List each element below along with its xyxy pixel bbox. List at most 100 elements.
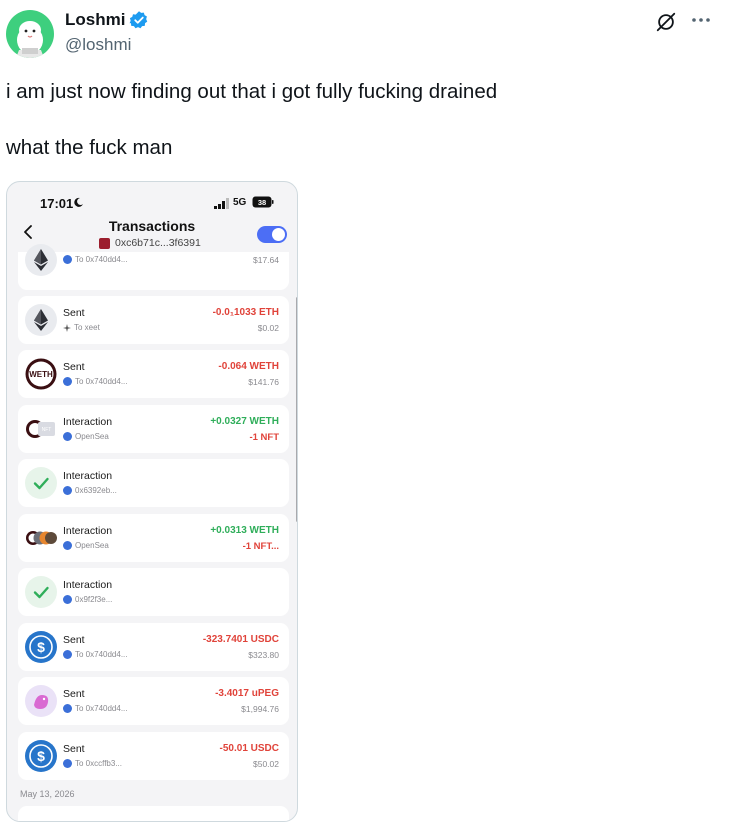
- upeg-icon: [25, 685, 57, 717]
- counterparty-text: OpenSea: [75, 432, 109, 441]
- transaction-amount: -50.01 USDC: [219, 743, 279, 754]
- usdc-icon: $: [25, 631, 57, 663]
- transaction-card[interactable]: $ Sent To 0xccffb3... -50.01 USDC $50.02: [18, 732, 289, 780]
- signal-icon: [214, 198, 229, 209]
- wallet-avatar-icon: [99, 237, 110, 249]
- counterparty-text: 0x9f2f3e...: [75, 595, 113, 604]
- transaction-card[interactable]: WETH Sent To 0x740dd4... -0.064 WETH $141.76: [18, 350, 289, 398]
- counterparty-text: To 0x740dd4...: [75, 377, 128, 386]
- battery-level: 38: [258, 198, 266, 207]
- author-name[interactable]: Loshmi: [65, 10, 125, 30]
- transaction-card[interactable]: To 0x740dd4... $17.64: [18, 244, 289, 290]
- moon-icon: [74, 197, 83, 207]
- transaction-counterparty: To 0x740dd4...: [63, 650, 127, 659]
- grok-icon[interactable]: [655, 11, 677, 33]
- transaction-counterparty: To 0x740dd4...: [63, 704, 127, 713]
- counterparty-dot-icon: [63, 541, 72, 550]
- transaction-counterparty: OpenSea: [63, 541, 109, 550]
- transaction-usd-value: $50.02: [253, 759, 279, 769]
- transaction-type: Sent: [63, 634, 85, 646]
- counterparty-text: To xeet: [74, 323, 100, 332]
- transaction-amount: -0.064 WETH: [218, 361, 279, 372]
- author-handle[interactable]: @loshmi: [65, 35, 131, 55]
- svg-text:NFT: NFT: [42, 427, 52, 433]
- wallet-address-text: 0xc6b71c...3f6391: [115, 237, 201, 249]
- transaction-counterparty: To xeet: [63, 323, 100, 332]
- wallet-address[interactable]: 0xc6b71c...3f6391: [99, 237, 201, 249]
- transaction-counterparty: 0x9f2f3e...: [63, 595, 112, 604]
- counterparty-dot-icon: [63, 704, 72, 713]
- transaction-nft-change: -1 NFT...: [242, 541, 279, 552]
- counterparty-dot-icon: [63, 432, 72, 441]
- transaction-amount: -3.4017 uPEG: [215, 688, 279, 699]
- transaction-type: Sent: [63, 361, 85, 373]
- transaction-usd-value: $0.02: [257, 323, 279, 333]
- weth-nft-multi-icon: [25, 522, 57, 554]
- battery-icon: 38: [252, 196, 274, 208]
- svg-text:$: $: [37, 639, 45, 655]
- counterparty-dot-icon: [63, 377, 72, 386]
- screen-title: Transactions: [108, 218, 196, 234]
- counterparty-text: To 0x740dd4...: [75, 255, 128, 264]
- transaction-amount: +0.0313 WETH: [210, 525, 279, 536]
- counterparty-dot-icon: [63, 486, 72, 495]
- transaction-card[interactable]: Interaction 0x9f2f3e...: [18, 568, 289, 616]
- counterparty-text: To 0xccffb3...: [75, 759, 122, 768]
- transaction-type: Interaction: [63, 579, 113, 591]
- transaction-counterparty: To 0xccffb3...: [63, 759, 122, 768]
- tweet-text: i am just now finding out that i got ful…: [6, 80, 498, 159]
- transaction-counterparty: To 0x740dd4...: [63, 255, 127, 264]
- transaction-type: Sent: [63, 688, 85, 700]
- counterparty-text: To 0x740dd4...: [75, 650, 128, 659]
- transaction-usd-value: $17.64: [253, 255, 279, 265]
- transaction-card[interactable]: $ Sent To 0x740dd4... -323.7401 USDC $323.80: [18, 623, 289, 671]
- status-time: 17:01: [40, 196, 74, 211]
- transaction-amount: -323.7401 USDC: [202, 634, 279, 645]
- verified-badge-icon: [130, 11, 148, 29]
- counterparty-dot-icon: [63, 650, 72, 659]
- transaction-card[interactable]: Sent To 0x740dd4... -3.4017 uPEG $1,994.76: [18, 677, 289, 725]
- avatar[interactable]: [6, 10, 54, 58]
- network-label: 5G: [233, 197, 247, 208]
- counterparty-text: OpenSea: [75, 541, 109, 550]
- transaction-type: Sent: [63, 307, 85, 319]
- svg-text:WETH: WETH: [29, 370, 53, 379]
- transaction-amount: -0.0₁1033 ETH: [212, 307, 279, 318]
- transaction-card[interactable]: NFT Interaction OpenSea +0.0327 WETH -1 NFT: [18, 405, 289, 453]
- transaction-type: Sent: [63, 743, 85, 755]
- transaction-counterparty: 0x6392eb...: [63, 486, 117, 495]
- usdc-icon: $: [25, 740, 57, 772]
- check-icon: [25, 467, 57, 499]
- weth-nft-icon: NFT: [25, 413, 57, 445]
- weth-icon: WETH: [25, 358, 57, 390]
- toggle-switch[interactable]: [257, 226, 287, 243]
- transaction-counterparty: OpenSea: [63, 432, 109, 441]
- transaction-usd-value: $1,994.76: [241, 704, 279, 714]
- transaction-card[interactable]: Interaction OpenSea +0.0313 WETH -1 NFT...: [18, 514, 289, 562]
- transaction-type: Interaction: [63, 416, 113, 428]
- transaction-counterparty: To 0x740dd4...: [63, 377, 127, 386]
- eth-icon: [25, 304, 57, 336]
- more-icon[interactable]: [690, 13, 712, 27]
- counterparty-dot-icon: [63, 759, 72, 768]
- counterparty-text: 0x6392eb...: [75, 486, 117, 495]
- transaction-type: Interaction: [63, 525, 113, 537]
- counterparty-text: To 0x740dd4...: [75, 704, 128, 713]
- svg-text:$: $: [37, 748, 45, 764]
- tweet-media-image[interactable]: 17:01 5G 38 Transactions 0xc6b71c...3f63…: [6, 181, 298, 822]
- transaction-type: Interaction: [63, 470, 113, 482]
- counterparty-dot-icon: [63, 255, 72, 264]
- transaction-card-partial[interactable]: [18, 806, 289, 821]
- transaction-usd-value: $323.80: [248, 650, 279, 660]
- eth-icon: [25, 244, 57, 276]
- phone-status-bar: 17:01 5G 38: [7, 182, 297, 222]
- transaction-usd-value: $141.76: [248, 377, 279, 387]
- xeet-star-icon: [63, 323, 71, 332]
- transaction-card[interactable]: Sent To xeet -0.0₁1033 ETH $0.02: [18, 296, 289, 344]
- scrollbar[interactable]: [296, 297, 297, 522]
- counterparty-dot-icon: [63, 595, 72, 604]
- check-icon: [25, 576, 57, 608]
- transaction-nft-change: -1 NFT: [249, 432, 279, 443]
- transaction-card[interactable]: Interaction 0x6392eb...: [18, 459, 289, 507]
- date-section-label: May 13, 2026: [20, 789, 75, 799]
